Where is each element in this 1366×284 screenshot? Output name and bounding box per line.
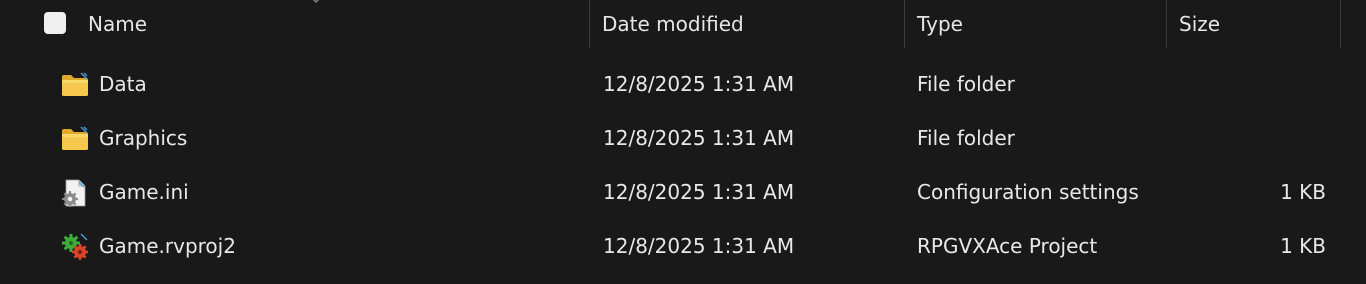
column-header: Name Date modified Type Size <box>0 0 1366 48</box>
file-type: File folder <box>917 126 1015 150</box>
select-all-checkbox[interactable] <box>44 12 66 34</box>
column-header-name[interactable]: Name <box>88 0 147 48</box>
file-date-modified: 12/8/2025 1:31 AM <box>603 234 795 258</box>
file-row[interactable]: Game.rvproj2 12/8/2025 1:31 AM RPGVXAce … <box>0 219 1366 273</box>
file-name[interactable]: Game.rvproj2 <box>99 219 236 273</box>
file-list-view: Name Date modified Type Size Data 12/8/2… <box>0 0 1366 284</box>
file-name[interactable]: Data <box>99 57 147 111</box>
column-divider[interactable] <box>1340 0 1341 48</box>
column-divider[interactable] <box>589 0 590 48</box>
column-header-type[interactable]: Type <box>917 0 963 48</box>
file-row[interactable]: Graphics 12/8/2025 1:31 AM File folder <box>0 111 1366 165</box>
column-divider[interactable] <box>1166 0 1167 48</box>
file-row[interactable]: Game.ini 12/8/2025 1:31 AM Configuration… <box>0 165 1366 219</box>
file-size <box>1200 111 1326 165</box>
file-size: 1 KB <box>1280 180 1326 204</box>
file-date-modified: 12/8/2025 1:31 AM <box>603 180 795 204</box>
file-size: 1 KB <box>1280 234 1326 258</box>
collapse-chevron-icon[interactable] <box>309 0 323 6</box>
file-type: Configuration settings <box>917 180 1139 204</box>
file-name[interactable]: Graphics <box>99 111 187 165</box>
file-date-modified: 12/8/2025 1:31 AM <box>603 126 795 150</box>
file-size <box>1200 57 1326 111</box>
file-row[interactable]: Data 12/8/2025 1:31 AM File folder <box>0 57 1366 111</box>
folder-icon <box>60 71 90 99</box>
rpgmaker-project-icon <box>60 233 90 261</box>
file-date-modified: 12/8/2025 1:31 AM <box>603 72 795 96</box>
file-type: File folder <box>917 72 1015 96</box>
folder-icon <box>60 125 90 153</box>
column-header-size[interactable]: Size <box>1179 0 1220 48</box>
config-file-icon <box>60 179 90 207</box>
file-type: RPGVXAce Project <box>917 234 1098 258</box>
file-name[interactable]: Game.ini <box>99 165 189 219</box>
column-header-date-modified[interactable]: Date modified <box>602 0 744 48</box>
column-divider[interactable] <box>904 0 905 48</box>
